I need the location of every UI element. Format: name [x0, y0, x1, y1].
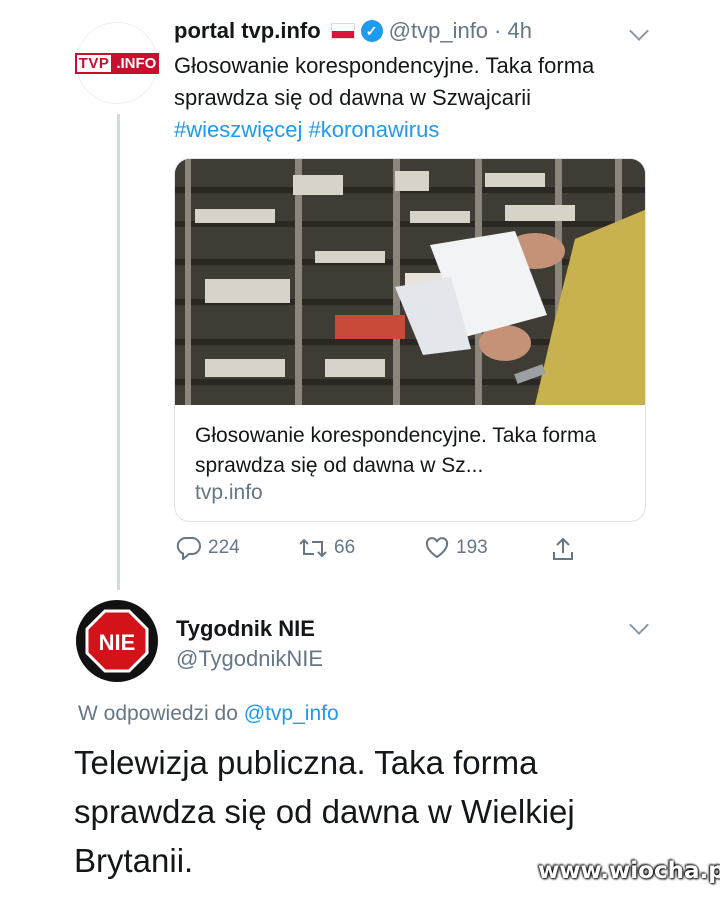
reply-mention-link[interactable]: @tvp_info [244, 702, 339, 725]
nie-logo: NIE [85, 609, 149, 673]
reply-prefix: W odpowiedzi do [78, 702, 238, 725]
tweet1-handle[interactable]: @tvp_info [389, 18, 488, 44]
thread-line [117, 114, 120, 590]
reply-context: W odpowiedzi do @tvp_info [78, 702, 339, 726]
reply-count: 224 [208, 537, 240, 558]
avatar-tygodnik-nie[interactable]: NIE [76, 600, 158, 682]
like-count: 193 [456, 537, 488, 558]
card-image [175, 159, 645, 405]
hashtag-link[interactable]: #wieszwięcej [174, 117, 302, 142]
reply-icon [176, 536, 201, 560]
verified-badge-icon: ✓ [360, 20, 383, 42]
nie-logo-text: NIE [99, 630, 136, 655]
share-button[interactable] [550, 536, 582, 562]
tvp-info-logo: TVP .INFO [74, 52, 160, 74]
tweet2-author-name[interactable]: Tygodnik NIE [176, 616, 315, 642]
chevron-down-icon[interactable] [629, 21, 649, 41]
tweet1-header: portal tvp.info ✓ @tvp_info · 4h [174, 18, 532, 44]
hashtag-link[interactable]: #koronawirus [309, 117, 440, 142]
poland-flag-icon [330, 23, 355, 39]
link-card[interactable]: Głosowanie korespondencyjne. Taka forma … [174, 158, 646, 522]
heart-icon [425, 537, 449, 559]
watermark: www.wiocha.pl [538, 858, 720, 884]
tweet1-time[interactable]: · 4h [494, 18, 532, 44]
share-icon [553, 537, 573, 560]
reply-button[interactable]: 224 [176, 536, 240, 560]
card-domain: tvp.info [195, 481, 263, 504]
retweet-count: 66 [334, 537, 356, 558]
retweet-icon [299, 538, 327, 558]
tweet2-handle[interactable]: @TygodnikNIE [176, 646, 323, 672]
card-title: Głosowanie korespondencyjne. Taka forma … [195, 424, 597, 477]
tweet1-author-name[interactable]: portal tvp.info [174, 18, 321, 44]
avatar-tvp-info[interactable]: TVP .INFO [74, 22, 160, 104]
chevron-down-icon[interactable] [629, 615, 649, 635]
tweet1-actions: 224 66 193 [174, 536, 594, 566]
like-button[interactable]: 193 [424, 536, 488, 560]
tweet1-text: Głosowanie korespondencyjne. Taka forma … [174, 50, 634, 146]
retweet-button[interactable]: 66 [298, 536, 355, 560]
tweet1-body: Głosowanie korespondencyjne. Taka forma … [174, 53, 595, 110]
